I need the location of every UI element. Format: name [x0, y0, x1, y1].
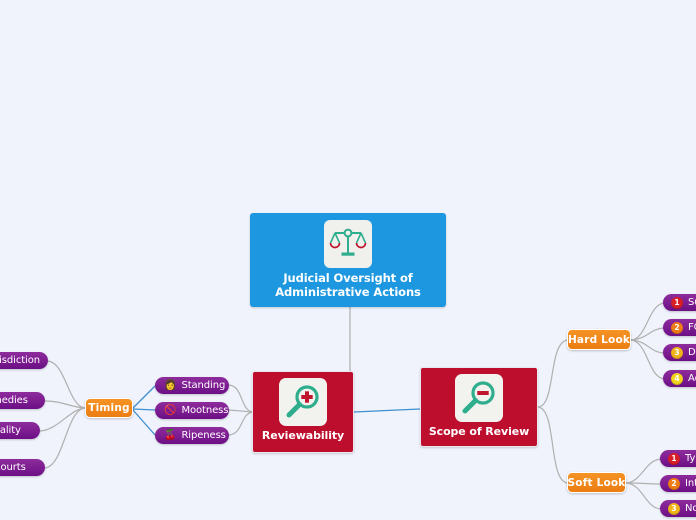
pill-soft-look-2-label: Inte [685, 478, 696, 489]
soft-look-node[interactable]: Soft Look [567, 472, 626, 493]
reviewability-node[interactable]: Reviewability [252, 371, 354, 453]
edge-timing-remedies [44, 400, 86, 409]
reviewability-label: Reviewability [261, 429, 345, 442]
prohibition-icon: 🚫 [164, 404, 177, 416]
badge-number-4: 4 [671, 372, 683, 385]
pill-courts[interactable]: e courts [0, 459, 45, 476]
pill-soft-look-1-label: Typ [685, 453, 696, 464]
pill-standing-label: Standing [181, 380, 226, 391]
hard-look-node[interactable]: Hard Look [567, 329, 631, 350]
edge-timing-courts [44, 407, 86, 469]
edge-hl-3 [630, 339, 665, 354]
edge-hl-4 [630, 339, 665, 380]
person-icon: 👩 [164, 379, 177, 391]
edge-sl-1 [625, 458, 662, 484]
badge-number-3: 3 [671, 346, 683, 359]
pill-soft-look-3[interactable]: 3 Non [660, 500, 696, 517]
pill-hard-look-4-label: Ad [688, 373, 696, 384]
badge-number-1: 1 [668, 452, 680, 465]
edge-scope-hardlook [537, 339, 568, 408]
mindmap-canvas: Judicial Oversight of Administrative Act… [0, 0, 696, 520]
pill-courts-label: e courts [0, 462, 26, 473]
magnifier-plus-icon [279, 378, 327, 426]
timing-node[interactable]: Timing [85, 398, 133, 418]
balance-scales-icon [324, 220, 372, 268]
root-label: Judicial Oversight of Administrative Act… [275, 271, 421, 299]
pill-hard-look-3-label: Dis [688, 347, 696, 358]
edge-timing-mootness [132, 408, 156, 411]
pill-finality-label: Finality [0, 425, 21, 436]
edge-rev-ripeness [228, 411, 253, 436]
pill-hard-look-1[interactable]: 1 Su [663, 294, 696, 311]
pill-mootness[interactable]: 🚫 Mootness [155, 402, 229, 419]
pill-hard-look-1-label: Su [688, 297, 696, 308]
pill-standing[interactable]: 👩 Standing [155, 377, 229, 394]
pill-hard-look-2[interactable]: 2 FO [663, 319, 696, 336]
pill-remedies-label: emedies [0, 395, 28, 406]
pill-finality[interactable]: Finality [0, 422, 40, 439]
edge-rev-standing [228, 384, 253, 413]
badge-number-2: 2 [671, 321, 683, 334]
edge-timing-standing [132, 385, 156, 409]
edge-timing-ripeness [132, 409, 156, 436]
edge-sl-2 [625, 482, 662, 485]
root-node[interactable]: Judicial Oversight of Administrative Act… [250, 213, 446, 307]
edge-scope-softlook [537, 406, 568, 484]
badge-number-1: 1 [671, 296, 683, 309]
pill-jurisdiction[interactable]: Jurisdiction [0, 352, 48, 369]
magnifier-minus-icon [455, 374, 503, 422]
edge-timing-jurisdiction [47, 360, 86, 409]
badge-number-3: 3 [668, 502, 680, 515]
edge-rev-mootness [228, 409, 253, 413]
pill-remedies[interactable]: emedies [0, 392, 45, 409]
edge-reviewability-scope [353, 408, 421, 413]
pill-hard-look-3[interactable]: 3 Dis [663, 344, 696, 361]
pill-hard-look-4[interactable]: 4 Ad [663, 370, 696, 387]
scope-of-review-node[interactable]: Scope of Review [420, 367, 538, 447]
pill-mootness-label: Mootness [181, 405, 229, 416]
pill-hard-look-2-label: FO [688, 322, 696, 333]
edge-timing-finality [39, 407, 86, 432]
edge-hl-1 [630, 302, 665, 341]
pill-soft-look-2[interactable]: 2 Inte [660, 475, 696, 492]
pill-jurisdiction-label: Jurisdiction [0, 355, 40, 366]
cherries-icon: 🍒 [164, 429, 177, 441]
badge-number-2: 2 [668, 477, 680, 490]
pill-ripeness-label: Ripeness [181, 430, 226, 441]
pill-soft-look-3-label: Non [685, 503, 696, 514]
edge-sl-3 [625, 482, 662, 510]
pill-soft-look-1[interactable]: 1 Typ [660, 450, 696, 467]
pill-ripeness[interactable]: 🍒 Ripeness [155, 427, 229, 444]
edge-hl-2 [630, 327, 665, 341]
scope-of-review-label: Scope of Review [428, 425, 530, 438]
